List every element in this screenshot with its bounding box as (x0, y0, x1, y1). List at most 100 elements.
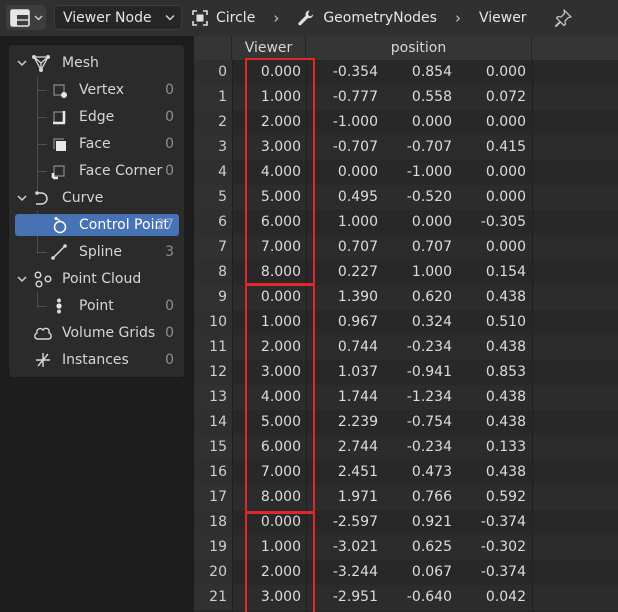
tree-item-face[interactable]: Face 0 (9, 132, 186, 156)
cell-position-z: 0.000 (485, 114, 526, 130)
cell-index: 5 (218, 189, 227, 205)
cell-index: 13 (209, 389, 227, 405)
cell-index: 18 (209, 514, 227, 530)
tree-item-label: Mesh (62, 55, 99, 71)
cell-position-x: 1.037 (337, 364, 378, 380)
tree-guide (37, 117, 47, 118)
tree-item-control-point[interactable]: Control Point 27 (9, 213, 186, 237)
cell-position-y: 0.000 (411, 214, 452, 230)
tree-item-spline[interactable]: Spline 3 (9, 240, 186, 264)
pin-icon[interactable] (553, 8, 573, 28)
cell-position-y: -0.234 (406, 339, 452, 355)
cell-position-y: -0.520 (406, 189, 452, 205)
cell-position-x: 2.239 (337, 414, 378, 430)
chevron-down-icon[interactable] (16, 192, 28, 204)
cell-position-x: -1.000 (332, 114, 378, 130)
cell-index: 20 (209, 564, 227, 580)
cell-position-x: 1.744 (337, 389, 378, 405)
cell-position-z: 0.510 (485, 314, 526, 330)
tree-item-label: Face Corner (79, 163, 163, 179)
cell-position-z: 0.000 (485, 164, 526, 180)
cell-position-y: 0.854 (411, 64, 452, 80)
cell-index: 0 (218, 64, 227, 80)
cell-position-x: 2.451 (337, 464, 378, 480)
cell-position-z: 0.438 (485, 289, 526, 305)
cell-position-z: 0.154 (485, 264, 526, 280)
column-header-viewer[interactable]: Viewer (232, 36, 306, 60)
breadcrumb-object[interactable]: Circle (192, 10, 255, 26)
column-separator (232, 60, 233, 612)
cell-index: 17 (209, 489, 227, 505)
cell-position-x: -0.707 (332, 139, 378, 155)
cell-position-y: -0.234 (406, 439, 452, 455)
dataset-tree-panel: Mesh Vertex 0 Edge 0 Face 0 Face Corner (8, 44, 185, 378)
viewer-node-dropdown-label: Viewer Node (63, 9, 152, 26)
cell-position-y: 0.921 (411, 514, 452, 530)
tree-item-mesh[interactable]: Mesh (9, 51, 186, 75)
column-header-index (194, 36, 232, 60)
cell-position-x: 1.390 (337, 289, 378, 305)
instances-icon (33, 350, 53, 370)
cell-index: 9 (218, 289, 227, 305)
tree-item-instances[interactable]: Instances 0 (9, 348, 186, 372)
chevron-down-icon[interactable] (16, 273, 28, 285)
cell-index: 10 (209, 314, 227, 330)
chevron-down-icon (34, 15, 42, 20)
tree-item-count: 0 (165, 325, 174, 341)
cell-position-z: 0.438 (485, 414, 526, 430)
cell-index: 12 (209, 364, 227, 380)
cell-position-x: -0.777 (332, 89, 378, 105)
cell-position-y: -0.754 (406, 414, 452, 430)
tree-item-count: 3 (165, 244, 174, 260)
cell-position-y: 0.766 (411, 489, 452, 505)
tree-item-point-cloud[interactable]: Point Cloud (9, 267, 186, 291)
cell-position-y: 0.707 (411, 239, 452, 255)
column-header-position[interactable]: position (306, 36, 532, 60)
cell-position-y: -0.707 (406, 139, 452, 155)
tree-item-label: Vertex (79, 82, 125, 98)
tree-item-count: 0 (165, 163, 174, 179)
tree-item-edge[interactable]: Edge 0 (9, 105, 186, 129)
editor-type-button[interactable] (6, 5, 46, 30)
tree-item-curve[interactable]: Curve (9, 186, 186, 210)
tree-item-label: Point (79, 298, 114, 314)
cell-index: 4 (218, 164, 227, 180)
tree-item-label: Instances (62, 352, 129, 368)
spreadsheet-table: Viewer position 0 0.000 -0.354 0.854 0.000 1 1… (194, 36, 618, 612)
wrench-icon (298, 10, 314, 25)
tree-item-count: 0 (165, 82, 174, 98)
tree-item-vertex[interactable]: Vertex 0 (9, 78, 186, 102)
chevron-down-icon[interactable] (16, 57, 28, 69)
viewer-node-dropdown[interactable]: Viewer Node (54, 5, 182, 30)
tree-item-count: 27 (156, 217, 174, 233)
tree-item-count: 0 (165, 109, 174, 125)
tree-item-face-corner[interactable]: Face Corner 0 (9, 159, 186, 183)
column-header-empty (532, 36, 618, 60)
tree-item-count: 0 (165, 136, 174, 152)
tree-item-label: Volume Grids (62, 325, 156, 341)
tree-item-point[interactable]: Point 0 (9, 294, 186, 318)
breadcrumb-modifier[interactable]: GeometryNodes (297, 9, 437, 27)
edge-icon (49, 107, 69, 127)
cell-position-z: 0.438 (485, 389, 526, 405)
cell-position-x: -3.021 (332, 539, 378, 555)
cell-index: 6 (218, 214, 227, 230)
tree-item-label: Spline (79, 244, 123, 260)
object-icon (192, 9, 208, 26)
cell-index: 7 (218, 239, 227, 255)
spline-icon (49, 242, 69, 262)
cell-position-z: 0.133 (485, 439, 526, 455)
cell-position-z: 0.415 (485, 139, 526, 155)
tree-item-count: 0 (165, 352, 174, 368)
tree-item-volume-grids[interactable]: Volume Grids 0 (9, 321, 186, 345)
cell-position-y: -0.640 (406, 589, 452, 605)
curve-icon (33, 188, 53, 208)
tree-guide (37, 90, 47, 91)
cell-position-z: 0.072 (485, 89, 526, 105)
face-corner-icon (49, 161, 69, 181)
cell-position-x: 0.000 (337, 164, 378, 180)
cell-position-x: 0.227 (337, 264, 378, 280)
cell-position-x: 1.000 (337, 214, 378, 230)
breadcrumb-viewer[interactable]: Viewer (479, 10, 527, 26)
cell-index: 16 (209, 464, 227, 480)
